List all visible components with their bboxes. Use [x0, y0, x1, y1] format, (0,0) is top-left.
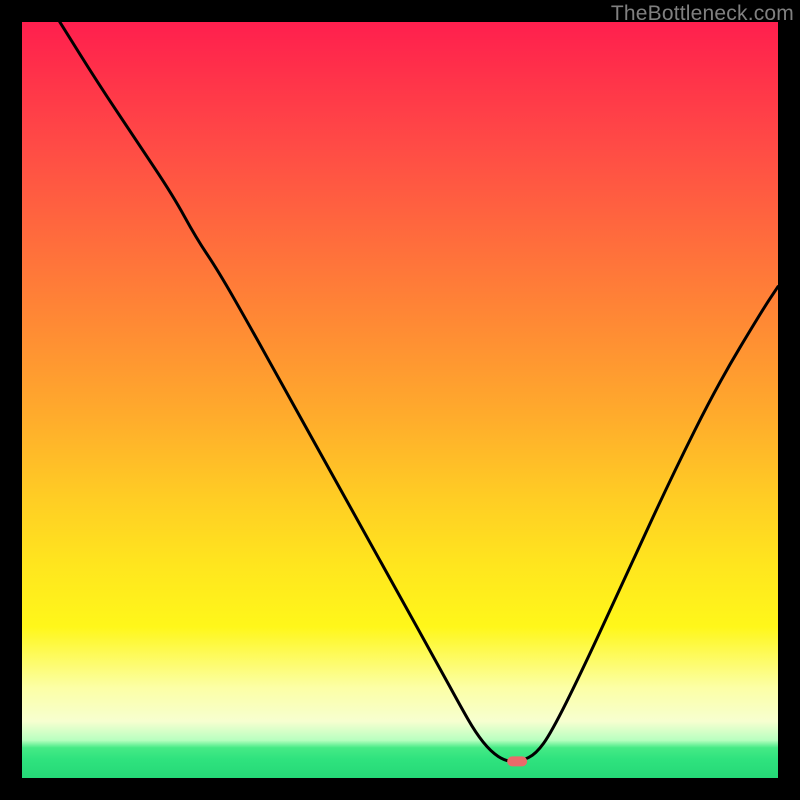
bottleneck-curve — [60, 22, 778, 761]
watermark-text: TheBottleneck.com — [611, 2, 794, 26]
chart-frame: TheBottleneck.com — [0, 0, 800, 800]
optimal-marker — [507, 756, 527, 766]
plot-area — [22, 22, 778, 778]
curve-layer — [22, 22, 778, 778]
